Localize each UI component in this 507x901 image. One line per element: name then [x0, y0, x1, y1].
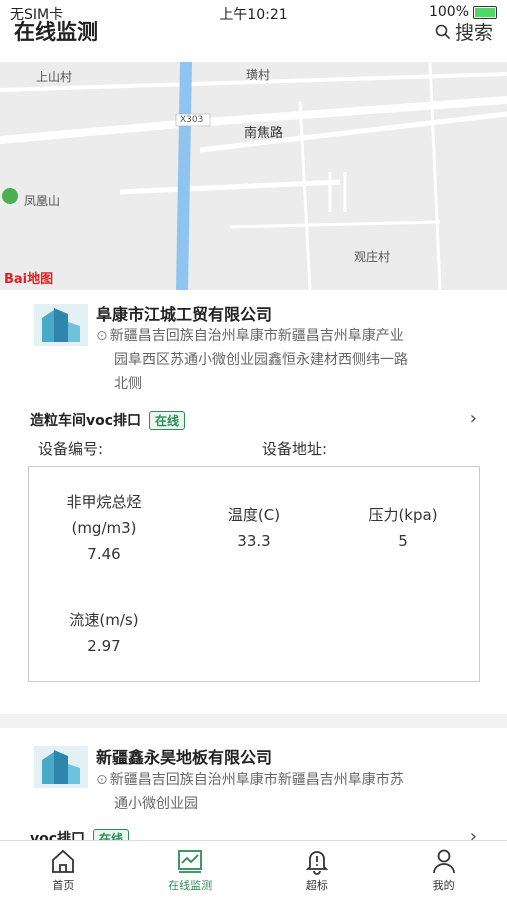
address-line: 北侧 [114, 376, 142, 392]
map-label-guanzhuang: 观庄村 [354, 250, 391, 264]
company-address: ⊙ 新疆昌吉回族自治州阜康市新疆昌吉州阜康产业 园阜西区苏通小微创业园鑫恒永建材西… [96, 324, 486, 396]
tab-profile[interactable]: 我的 [380, 841, 507, 901]
map-label-huangcun: 璜村 [246, 68, 271, 82]
metric-label: 流速(m/s) [69, 611, 139, 629]
map-label-road-x303: X303 [180, 115, 204, 125]
company-name: 阜康市江城工贸有限公司 [96, 305, 273, 324]
chevron-right-icon[interactable]: › [470, 408, 477, 429]
company-card[interactable]: 新疆鑫永昊地板有限公司 ⊙ 新疆昌吉回族自治州阜康市新疆昌吉州阜康市苏 通小微创业… [0, 728, 507, 840]
location-pin-icon: ⊙ [96, 328, 108, 344]
tab-label: 首页 [52, 879, 75, 892]
device-row[interactable]: voc排口 在线 [30, 828, 130, 840]
tab-alarm[interactable]: 超标 [254, 841, 381, 901]
metric-value: 33.3 [237, 532, 271, 550]
company-address: ⊙ 新疆昌吉回族自治州阜康市新疆昌吉州阜康市苏 通小微创业园 [96, 768, 486, 816]
map-poi-icon [2, 188, 18, 204]
metric-label: 压力(kpa) [368, 506, 438, 524]
metric-unit: (mg/m3) [71, 519, 137, 537]
location-pin-icon: ⊙ [96, 772, 108, 788]
bell-icon [305, 851, 329, 875]
metric-value: 2.97 [87, 637, 121, 655]
map-roads [0, 62, 507, 290]
page-title: 在线监测 [14, 20, 98, 44]
tab-label: 在线监测 [168, 879, 213, 892]
metrics-card: 非甲烷总烃 (mg/m3) 7.46 温度(C) 33.3 压力(kpa) 5 … [28, 466, 480, 682]
metric-label: 温度(C) [227, 506, 281, 524]
device-number-label: 设备编号: [38, 440, 104, 458]
chevron-right-icon[interactable]: › [470, 826, 477, 840]
metric-nmhc: 非甲烷总烃 (mg/m3) 7.46 [43, 489, 165, 567]
address-line: 新疆昌吉回族自治州阜康市新疆昌吉州阜康市苏 [109, 772, 404, 788]
map-label-nanjiao-road: 南焦路 [244, 126, 284, 141]
address-line: 园阜西区苏通小微创业园鑫恒永建材西侧纬一路 [114, 352, 408, 368]
map-view[interactable]: 上山村 璜村 X303 南焦路 凤凰山 观庄村 Bai地图 [0, 62, 507, 290]
metric-value: 7.46 [87, 545, 121, 563]
search-button[interactable]: 搜索 [435, 18, 493, 45]
metric-pressure: 压力(kpa) 5 [343, 502, 463, 554]
monitor-icon [178, 850, 203, 873]
address-line: 通小微创业园 [114, 796, 198, 812]
device-row[interactable]: 造粒车间voc排口 在线 [30, 410, 186, 430]
map-brand-logo: Bai地图 [4, 272, 54, 287]
search-label: 搜索 [454, 22, 493, 44]
metric-temperature: 温度(C) 33.3 [195, 502, 313, 554]
tab-label: 超标 [305, 879, 328, 892]
battery-icon [473, 5, 497, 19]
home-icon [52, 849, 75, 873]
user-icon [432, 849, 455, 874]
metric-flow-speed: 流速(m/s) 2.97 [43, 607, 165, 659]
tab-home[interactable]: 首页 [0, 841, 127, 901]
tab-bar: 首页 在线监测 超标 我的 [0, 840, 507, 901]
status-badge: 在线 [149, 410, 186, 430]
tab-label: 我的 [432, 879, 455, 892]
section-divider [0, 714, 507, 728]
tab-monitor[interactable]: 在线监测 [127, 841, 254, 901]
device-name: voc排口 [30, 831, 86, 840]
device-address-label: 设备地址: [262, 440, 328, 458]
status-badge: 在线 [93, 828, 130, 840]
building-icon [34, 746, 88, 788]
metric-label: 非甲烷总烃 [66, 493, 142, 511]
building-icon [34, 304, 88, 346]
map-label-shangshan: 上山村 [36, 70, 73, 84]
company-name: 新疆鑫永昊地板有限公司 [96, 748, 273, 767]
address-line: 新疆昌吉回族自治州阜康市新疆昌吉州阜康产业 [109, 328, 404, 344]
search-icon [435, 24, 451, 39]
device-name: 造粒车间voc排口 [30, 413, 142, 429]
metric-value: 5 [398, 532, 408, 550]
map-label-fenghuangshan: 凤凰山 [24, 194, 61, 208]
